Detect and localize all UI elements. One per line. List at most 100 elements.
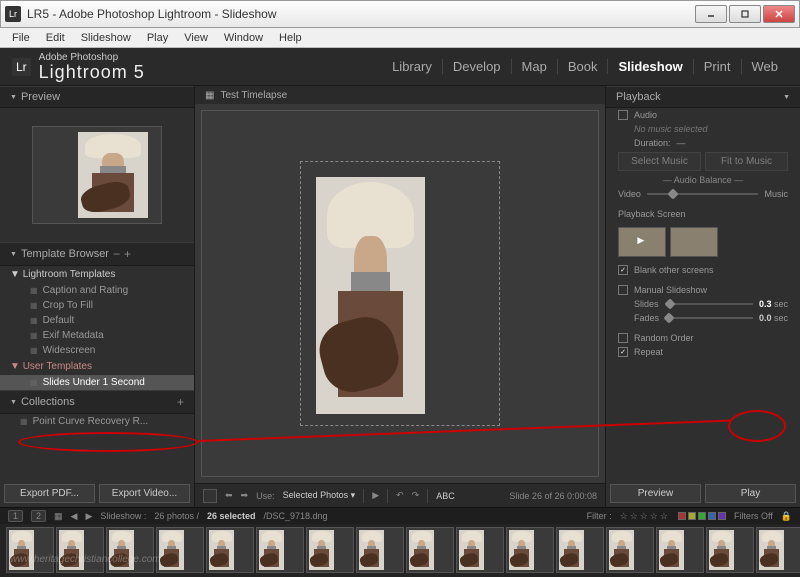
maximize-button[interactable] <box>729 5 761 23</box>
checkbox-icon <box>618 110 628 120</box>
filters-off-toggle[interactable]: Filters Off <box>734 511 773 521</box>
grid-view-icon[interactable]: ▦ <box>54 511 63 522</box>
module-slideshow[interactable]: Slideshow <box>608 59 693 74</box>
play-button[interactable]: Play <box>705 484 796 503</box>
filmstrip-thumb[interactable] <box>506 527 554 573</box>
play-icon[interactable]: ▶ <box>372 490 379 501</box>
filmstrip-thumb[interactable] <box>456 527 504 573</box>
module-print[interactable]: Print <box>694 59 742 74</box>
lock-icon[interactable]: 🔒 <box>781 511 792 522</box>
tpl-caption-rating[interactable]: Caption and Rating <box>0 283 194 298</box>
slide-canvas[interactable] <box>201 110 599 477</box>
right-panel: Playback ▼ Audio No music selected Durat… <box>605 86 800 507</box>
blank-screens-row[interactable]: ✓Blank other screens <box>606 263 800 277</box>
lightroom-templates-group[interactable]: ▼ Lightroom Templates <box>0 266 194 283</box>
export-pdf-button[interactable]: Export PDF... <box>4 484 95 503</box>
repeat-row[interactable]: ✓Repeat <box>606 345 800 359</box>
watermark-text: www.heritagechristiancollege.com <box>10 554 161 565</box>
collection-point-curve[interactable]: Point Curve Recovery R... <box>0 414 194 429</box>
audio-balance-slider[interactable]: VideoMusic <box>606 187 800 201</box>
rotate-cw-icon[interactable]: ↷ <box>412 490 420 501</box>
menu-help[interactable]: Help <box>271 32 310 44</box>
prev-arrow-icon[interactable]: ⬅ <box>225 490 233 501</box>
preview-thumbnail[interactable] <box>32 126 162 224</box>
module-book[interactable]: Book <box>558 59 609 74</box>
menu-view[interactable]: View <box>176 32 216 44</box>
select-music-button[interactable]: Select Music <box>618 152 701 171</box>
menu-window[interactable]: Window <box>216 32 271 44</box>
playback-header[interactable]: Playback ▼ <box>606 86 800 108</box>
use-dropdown[interactable]: Selected Photos ▾ <box>283 490 356 501</box>
prev-icon[interactable]: ◀ <box>71 511 78 522</box>
minus-icon[interactable]: − <box>113 247 120 261</box>
filmstrip-thumb[interactable] <box>706 527 754 573</box>
filter-label: Filter : <box>587 511 612 521</box>
fades-duration-slider[interactable]: Fades0.0 sec <box>606 311 800 325</box>
filmstrip-thumb[interactable] <box>206 527 254 573</box>
tpl-default[interactable]: Default <box>0 313 194 328</box>
menu-edit[interactable]: Edit <box>38 32 73 44</box>
slides-duration-slider[interactable]: Slides0.3 sec <box>606 297 800 311</box>
filmstrip-thumb[interactable] <box>656 527 704 573</box>
template-browser-header[interactable]: ▼ Template Browser − + <box>0 242 194 266</box>
slide-image <box>316 177 425 414</box>
plus-icon[interactable]: + <box>177 395 184 409</box>
filmstrip-thumb[interactable] <box>356 527 404 573</box>
next-icon[interactable]: ▶ <box>85 511 92 522</box>
filmstrip-thumb[interactable] <box>6 527 54 573</box>
export-video-button[interactable]: Export Video... <box>99 484 190 503</box>
tpl-widescreen[interactable]: Widescreen <box>0 343 194 358</box>
abc-button[interactable]: ABC <box>436 491 455 501</box>
screen-2[interactable] <box>670 227 718 257</box>
filmstrip-thumbs[interactable] <box>0 524 800 576</box>
preview-header[interactable]: ▼ Preview <box>0 86 194 108</box>
collections-header[interactable]: ▼ Collections + <box>0 390 194 414</box>
view-2-button[interactable]: 2 <box>31 510 46 522</box>
manual-slideshow-row[interactable]: Manual Slideshow <box>606 283 800 297</box>
filmstrip-thumb[interactable] <box>606 527 654 573</box>
module-library[interactable]: Library <box>382 59 443 74</box>
color-label-filter[interactable] <box>678 512 726 520</box>
screen-1[interactable]: ▶ <box>618 227 666 257</box>
chevron-down-icon: ▼ <box>10 399 17 406</box>
playback-screen-picker[interactable]: ▶ <box>606 221 800 263</box>
module-map[interactable]: Map <box>512 59 558 74</box>
filmstrip-thumb[interactable] <box>756 527 800 573</box>
source-label[interactable]: Slideshow : <box>100 511 146 521</box>
preview-button[interactable]: Preview <box>610 484 701 503</box>
checkbox-icon: ✓ <box>618 265 628 275</box>
menu-slideshow[interactable]: Slideshow <box>73 32 139 44</box>
rating-filter[interactable]: ☆☆☆☆☆ <box>620 511 670 522</box>
filmstrip-thumb[interactable] <box>156 527 204 573</box>
user-templates-group[interactable]: ▼ User Templates <box>0 358 194 375</box>
checkbox-icon <box>618 333 628 343</box>
minimize-button[interactable] <box>695 5 727 23</box>
menu-file[interactable]: File <box>4 32 38 44</box>
module-web[interactable]: Web <box>742 59 789 74</box>
tpl-exif[interactable]: Exif Metadata <box>0 328 194 343</box>
slideshow-title-bar: ▦ Test Timelapse <box>195 86 605 104</box>
rotate-ccw-icon[interactable]: ↶ <box>396 490 404 501</box>
filmstrip-thumb[interactable] <box>556 527 604 573</box>
checkbox-icon: ✓ <box>618 347 628 357</box>
tpl-slides-under-1s[interactable]: Slides Under 1 Second <box>0 375 194 390</box>
next-arrow-icon[interactable]: ➡ <box>241 490 249 501</box>
filmstrip-thumb[interactable] <box>256 527 304 573</box>
audio-checkbox-row[interactable]: Audio <box>606 108 800 122</box>
filmstrip-thumb[interactable] <box>306 527 354 573</box>
app-icon: Lr <box>5 6 21 22</box>
view-1-button[interactable]: 1 <box>8 510 23 522</box>
menu-play[interactable]: Play <box>139 32 176 44</box>
audio-balance-label: — Audio Balance — <box>606 173 800 187</box>
filmstrip-thumb[interactable] <box>406 527 454 573</box>
tpl-crop-to-fill[interactable]: Crop To Fill <box>0 298 194 313</box>
close-button[interactable] <box>763 5 795 23</box>
stop-button[interactable] <box>203 489 217 503</box>
plus-icon[interactable]: + <box>124 247 131 261</box>
module-develop[interactable]: Develop <box>443 59 512 74</box>
filmstrip-thumb[interactable] <box>56 527 104 573</box>
random-order-row[interactable]: Random Order <box>606 331 800 345</box>
filmstrip-thumb[interactable] <box>106 527 154 573</box>
fit-to-music-button[interactable]: Fit to Music <box>705 152 788 171</box>
window-titlebar: Lr LR5 - Adobe Photoshop Lightroom - Sli… <box>0 0 800 28</box>
